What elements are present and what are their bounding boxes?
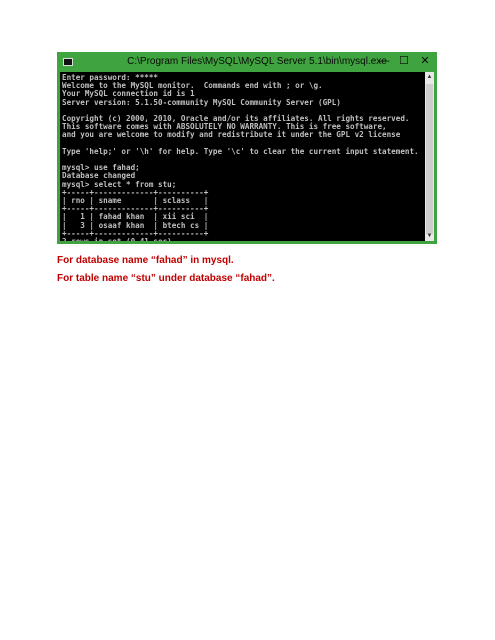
console-line: Type 'help;' or '\h' for help. Type '\c'…	[62, 146, 419, 156]
scroll-up-arrow-icon[interactable]: ▲	[425, 72, 434, 82]
console-output-area[interactable]: Enter password: ***** Welcome to the MyS…	[60, 72, 425, 241]
caption-table: For table name “stu” under database “fah…	[57, 273, 275, 284]
mysql-console-window: C:\Program Files\MySQL\MySQL Server 5.1\…	[57, 52, 437, 244]
close-button[interactable]: ✕	[415, 54, 435, 68]
scroll-thumb[interactable]	[426, 84, 433, 234]
console-line: 2 rows in set (0.41 sec)	[62, 237, 172, 241]
scroll-down-arrow-icon[interactable]: ▼	[425, 231, 434, 241]
console-text: Enter password: ***** Welcome to the MyS…	[62, 73, 425, 241]
minimize-button[interactable]: —	[375, 54, 393, 68]
window-titlebar[interactable]: C:\Program Files\MySQL\MySQL Server 5.1\…	[57, 52, 437, 72]
console-line: Server version: 5.1.50-community MySQL C…	[62, 97, 341, 107]
maximize-button[interactable]: ☐	[395, 54, 413, 68]
caption-database: For database name “fahad” in mysql.	[57, 255, 234, 266]
vertical-scrollbar[interactable]: ▲ ▼	[425, 72, 434, 241]
console-line: and you are welcome to modify and redist…	[62, 130, 401, 140]
